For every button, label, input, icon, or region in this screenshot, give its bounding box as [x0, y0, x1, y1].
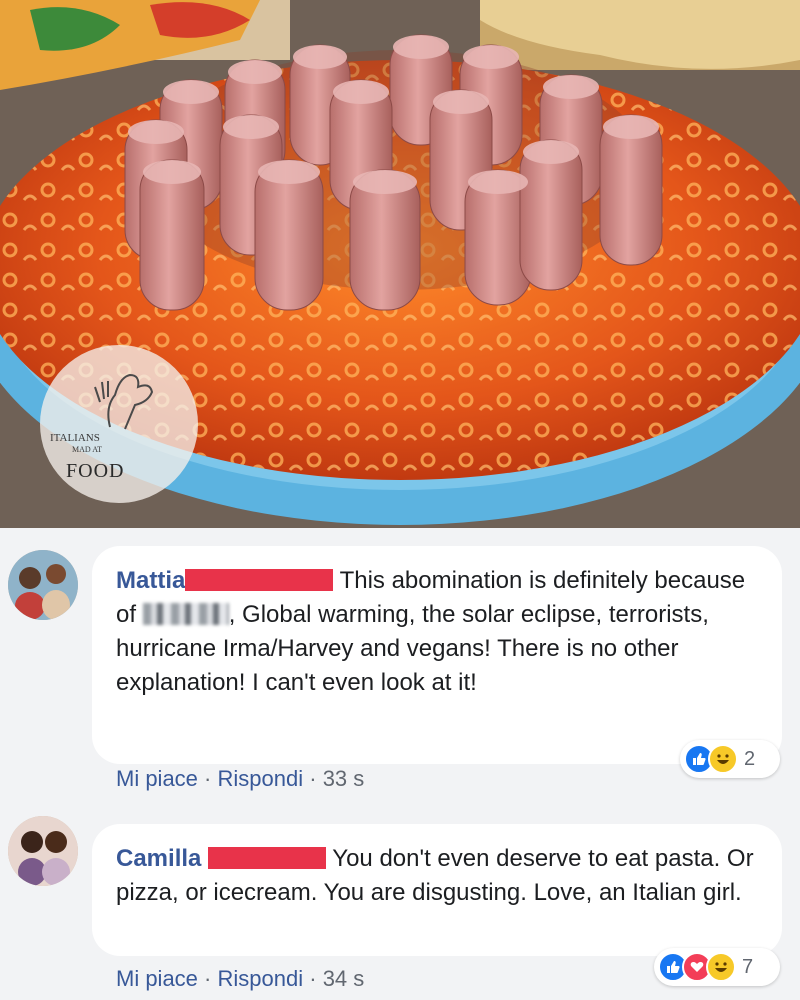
italians-mad-at-food-watermark: ITALIANS MAD AT FOOD [40, 345, 198, 503]
comment-actions: Mi piace · Rispondi · 33 s [116, 766, 364, 792]
avatar[interactable] [8, 550, 78, 620]
comment-timestamp[interactable]: 33 s [323, 766, 365, 791]
avatar-photo-icon [8, 550, 78, 620]
comment-camilla: Camilla You don't even deserve to eat pa… [0, 810, 800, 1000]
separator-dot: · [204, 966, 212, 991]
watermark-line1: ITALIANS [50, 432, 100, 444]
comment-actions: Mi piace · Rispondi · 34 s [116, 966, 364, 992]
separator-dot: · [204, 766, 212, 791]
like-link[interactable]: Mi piace [116, 766, 198, 791]
reactions-summary[interactable]: 2 [680, 740, 780, 778]
reaction-count: 7 [742, 955, 754, 978]
reply-link[interactable]: Rispondi [218, 766, 304, 791]
watermark-line3: FOOD [66, 460, 125, 482]
redacted-name [208, 847, 327, 869]
reactions-summary[interactable]: 7 [654, 948, 780, 986]
haha-icon [706, 952, 736, 982]
comment-author[interactable]: Camilla [116, 845, 201, 872]
post-photo[interactable]: ITALIANS MAD AT FOOD [0, 0, 800, 528]
comment-mattia: Mattia This abomination is definitely be… [0, 528, 800, 810]
pinched-fingers-hand-icon [94, 373, 154, 430]
haha-icon [708, 744, 738, 774]
comment-timestamp[interactable]: 34 s [323, 966, 365, 991]
comment-bubble: Mattia This abomination is definitely be… [92, 546, 782, 764]
reaction-count: 2 [744, 747, 756, 770]
separator-dot: · [309, 966, 317, 991]
redacted-name [185, 569, 334, 591]
like-link[interactable]: Mi piace [116, 966, 198, 991]
censored-word [142, 603, 229, 625]
watermark-line2: MAD AT [72, 445, 103, 454]
avatar[interactable] [8, 816, 78, 886]
avatar-photo-icon [8, 816, 78, 886]
separator-dot: · [309, 766, 317, 791]
comment-bubble: Camilla You don't even deserve to eat pa… [92, 824, 782, 956]
reply-link[interactable]: Rispondi [218, 966, 304, 991]
comment-author[interactable]: Mattia [116, 567, 185, 594]
